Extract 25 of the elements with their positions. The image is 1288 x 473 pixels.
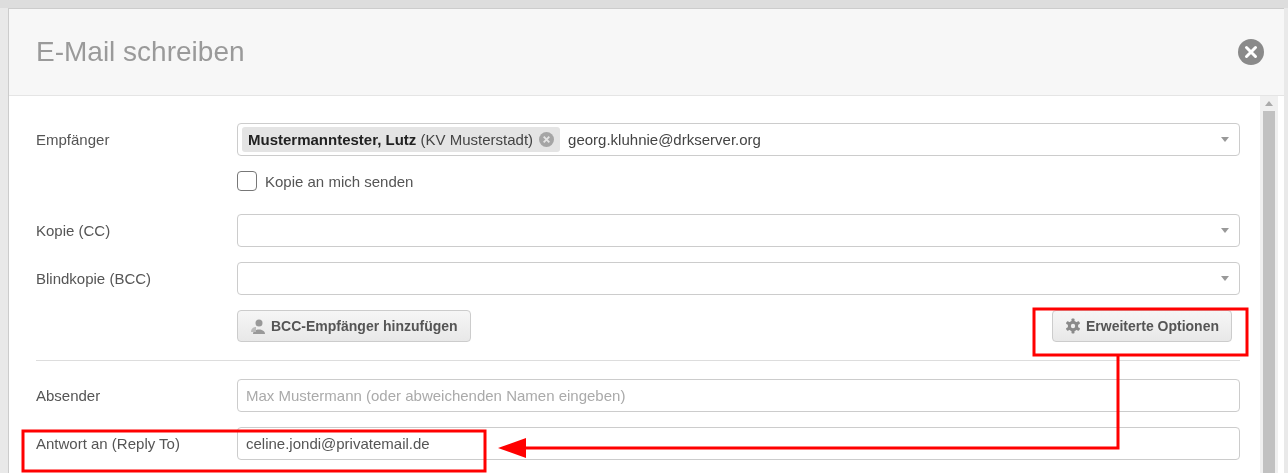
add-bcc-button[interactable]: BCC-Empfänger hinzufügen bbox=[237, 310, 471, 342]
field-label: Empfänger bbox=[36, 131, 111, 148]
recipient-chip[interactable]: Mustermanntester, Lutz (KV Musterstadt) bbox=[242, 127, 561, 152]
checkbox[interactable] bbox=[237, 171, 257, 191]
input-field[interactable]: Max Mustermann (oder abweichenden Namen eingeben) bbox=[237, 379, 1240, 412]
scroll-up-icon[interactable] bbox=[1265, 101, 1273, 106]
settings-icon bbox=[1064, 318, 1081, 334]
field-label: Blindkopie (BCC) bbox=[36, 270, 153, 287]
field-label: Absender bbox=[36, 387, 102, 404]
caret-icon[interactable] bbox=[1221, 276, 1229, 281]
dialog-title: E-Mail schreiben bbox=[36, 36, 246, 68]
remove-icon[interactable] bbox=[539, 132, 555, 147]
user-icon bbox=[250, 318, 266, 334]
close-icon[interactable] bbox=[1238, 39, 1264, 65]
scroll-thumb[interactable] bbox=[1263, 111, 1275, 473]
recipient-field[interactable]: Mustermanntester, Lutz (KV Musterstadt) georg.kluhnie@drkserver.org bbox=[237, 123, 1240, 156]
advanced-options-button[interactable]: Erweiterte Optionen bbox=[1051, 310, 1232, 342]
checkbox-label: Kopie an mich senden bbox=[265, 172, 414, 190]
field-label: Kopie (CC) bbox=[36, 222, 112, 239]
field-label: Antwort an (Reply To) bbox=[36, 435, 181, 452]
scrollbar[interactable] bbox=[1260, 96, 1278, 473]
input-field[interactable]: celine.jondi@privatemail.de bbox=[237, 427, 1240, 460]
caret-icon[interactable] bbox=[1221, 228, 1229, 233]
recipient-address: georg.kluhnie@drkserver.org bbox=[568, 131, 761, 148]
caret-icon[interactable] bbox=[1221, 137, 1229, 142]
